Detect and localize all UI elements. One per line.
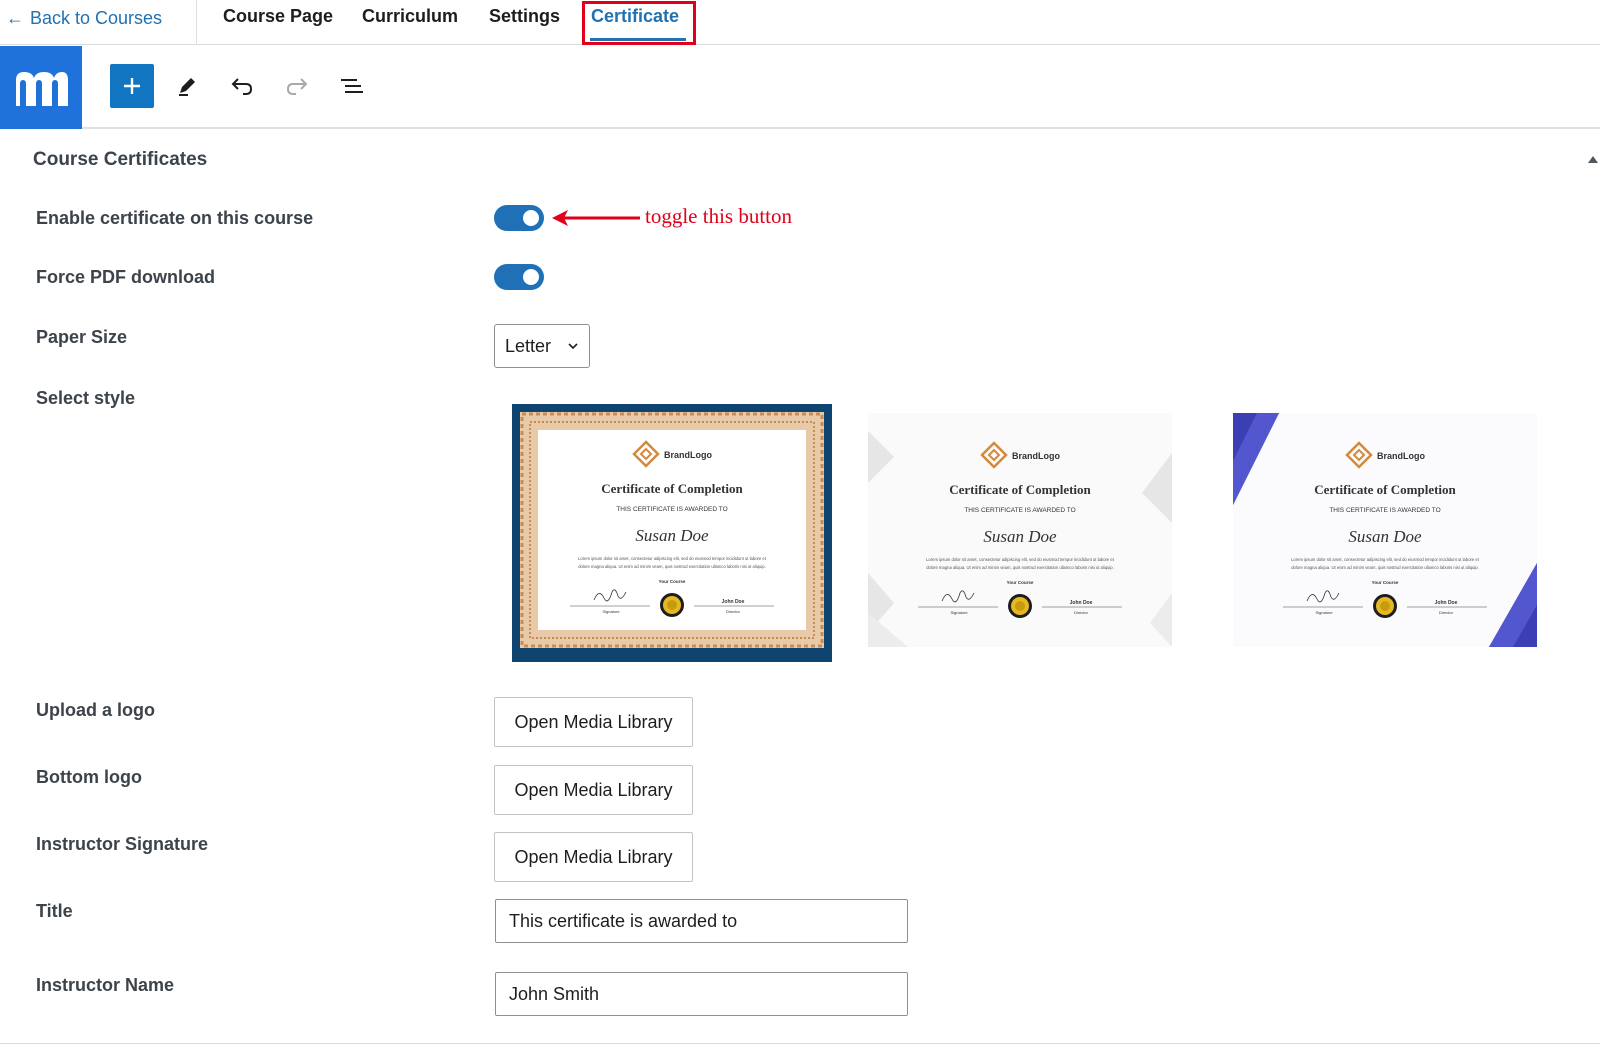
pencil-icon [179,78,195,96]
cert-signature-name: John Doe [1435,600,1458,606]
cert-awarded-line: THIS CERTIFICATE IS AWARDED TO [1329,507,1440,514]
cert-body-line: Lorem ipsum dolor sit amet, consectetur … [578,556,767,561]
cert-signature-label: Signature [1315,610,1333,615]
cert-brand-text: BrandLogo [1012,451,1060,461]
instructor-name-input[interactable] [495,972,908,1016]
annotation-text: toggle this button [645,204,792,228]
tab-highlight-box [582,1,696,45]
undo-icon [231,78,253,95]
cert-course: Your Course [1007,580,1034,585]
cert-brand-text: BrandLogo [1377,451,1425,461]
gold-seal-icon [1008,594,1032,618]
annotation-arrow-icon [552,210,640,226]
bottom-logo-label: Bottom logo [36,767,142,787]
editor-toolbar [0,46,1600,129]
certificate-style-option-2[interactable]: BrandLogo Certificate of Completion THIS C… [868,413,1172,647]
paper-size-select[interactable]: Letter [494,324,590,368]
back-to-courses-link[interactable]: ← Back to Courses [6,8,162,29]
redo-button[interactable] [275,64,319,108]
redo-icon [286,78,308,95]
upload-logo-label: Upload a logo [36,700,155,720]
enable-certificate-toggle[interactable] [494,205,544,231]
toggle-knob [523,210,539,226]
bottom-logo-button[interactable]: Open Media Library [494,765,693,815]
list-view-icon [341,79,363,93]
collapse-caret-icon[interactable] [1588,156,1598,163]
force-pdf-toggle[interactable] [494,264,544,290]
bottom-divider [0,1043,1600,1044]
paper-size-value: Letter [505,335,552,356]
gold-seal-icon [1373,594,1397,618]
paper-size-label: Paper Size [36,327,128,347]
cert-signature-label: Signature [602,609,620,614]
section-title: Course Certificates [33,149,208,170]
tab-curriculum[interactable]: Curriculum [362,6,458,27]
select-style-label: Select style [36,388,136,408]
top-navigation: ← Back to Courses Course Page Curriculum… [0,0,1600,45]
arrow-left-icon: ← [6,8,24,28]
cert-director-label: Director [726,609,741,614]
plus-icon [124,78,140,94]
cert-director-label: Director [1074,610,1089,615]
back-to-courses-label: Back to Courses [30,8,163,28]
cert-body-line: Lorem ipsum dolor sit amet, consectetur … [926,557,1115,562]
cert-awarded-line: THIS CERTIFICATE IS AWARDED TO [616,506,727,513]
force-pdf-label: Force PDF download [36,267,216,287]
cert-course: Your Course [659,579,686,584]
tab-course-page[interactable]: Course Page [223,6,333,27]
cert-recipient: Susan Doe [1348,527,1422,546]
cert-signature-name: John Doe [722,599,745,605]
title-label: Title [36,901,73,921]
instructor-signature-label: Instructor Signature [36,834,209,854]
toggle-knob [523,269,539,285]
edit-mode-button[interactable] [165,64,209,108]
enable-certificate-label: Enable certificate on this course [36,208,314,228]
cert-awarded-line: THIS CERTIFICATE IS AWARDED TO [964,507,1075,514]
cert-signature-label: Signature [950,610,968,615]
cert-director-label: Director [1439,610,1454,615]
chevron-down-icon [568,343,578,350]
cert-recipient: Susan Doe [983,527,1057,546]
cert-heading: Certificate of Completion [949,482,1091,497]
cert-brand-text: BrandLogo [664,450,712,460]
tab-settings[interactable]: Settings [489,6,560,27]
nav-divider [196,0,197,45]
app-logo[interactable] [0,46,82,129]
add-block-button[interactable] [110,64,154,108]
cert-course: Your Course [1372,580,1399,585]
undo-button[interactable] [220,64,264,108]
cert-body-line: dolore magna aliqua. Ut enim ad minim ve… [578,564,766,569]
cert-body-line: dolore magna aliqua. Ut enim ad minim ve… [1291,565,1479,570]
instructor-signature-button[interactable]: Open Media Library [494,832,693,882]
gold-seal-icon [660,593,684,617]
cert-signature-name: John Doe [1070,600,1093,606]
title-input[interactable] [495,899,908,943]
cert-heading: Certificate of Completion [601,481,743,496]
upload-logo-button[interactable]: Open Media Library [494,697,693,747]
certificate-style-option-1[interactable]: BrandLogo Certificate of Completion THIS C… [512,404,832,662]
instructor-name-label: Instructor Name [36,975,175,995]
m-logo-icon [16,71,68,106]
list-view-button[interactable] [330,64,374,108]
cert-body-line: Lorem ipsum dolor sit amet, consectetur … [1291,557,1480,562]
certificate-style-option-3[interactable]: BrandLogo Certificate of Completion THIS C… [1233,413,1537,647]
cert-recipient: Susan Doe [635,526,709,545]
cert-heading: Certificate of Completion [1314,482,1456,497]
cert-body-line: dolore magna aliqua. Ut enim ad minim ve… [926,565,1114,570]
